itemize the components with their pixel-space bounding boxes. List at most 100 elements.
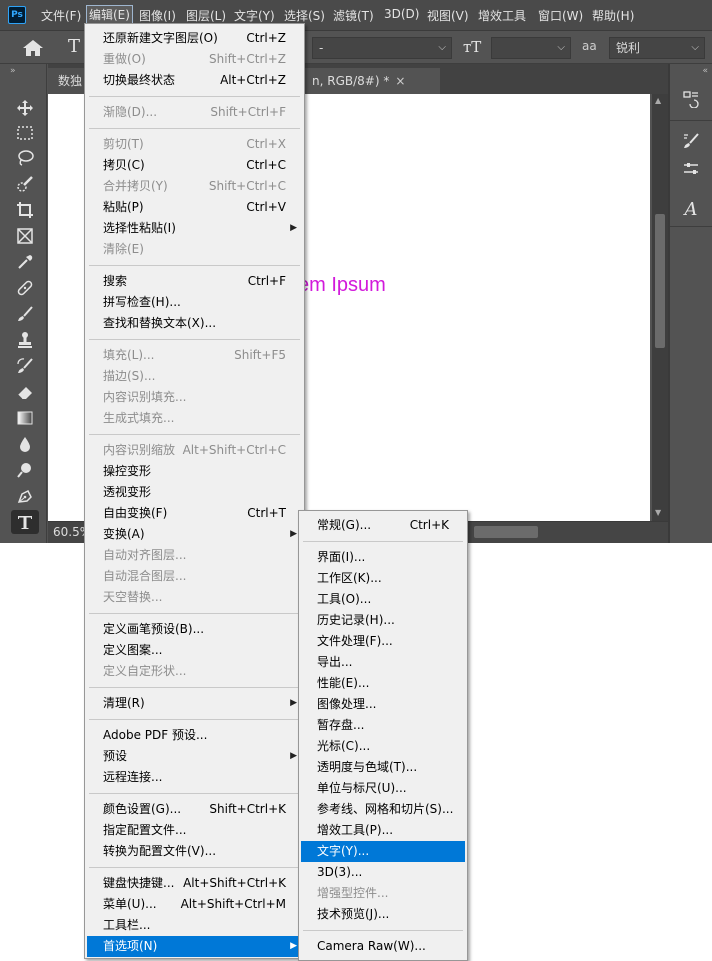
- menu-view[interactable]: 视图(V): [427, 7, 469, 24]
- menu-item-scratch-disks[interactable]: 暂存盘...: [301, 715, 465, 736]
- menu-filter[interactable]: 滤镜(T): [333, 7, 374, 24]
- brush-settings-icon[interactable]: [680, 130, 702, 152]
- scroll-up-icon[interactable]: ▲: [655, 96, 661, 105]
- menu-edit[interactable]: 编辑(E): [86, 5, 133, 25]
- menu-item-guides-grid-slices[interactable]: 参考线、网格和切片(S)...: [301, 799, 465, 820]
- font-size-select[interactable]: ⌵: [491, 37, 571, 59]
- menu-item-puppet-warp[interactable]: 操控变形: [87, 461, 302, 482]
- menu-window[interactable]: 窗口(W): [538, 7, 583, 24]
- adjustments-icon[interactable]: [680, 158, 702, 180]
- menu-item-label: 清除(E): [103, 242, 144, 256]
- collapse-icon[interactable]: «: [702, 66, 708, 76]
- menu-item-adobe-pdf-presets[interactable]: Adobe PDF 预设...: [87, 725, 302, 746]
- menu-item-label: 操控变形: [103, 464, 152, 478]
- menu-item-plugins[interactable]: 增效工具(P)...: [301, 820, 465, 841]
- healing-tool-icon[interactable]: [11, 276, 39, 300]
- document-tab-active[interactable]: n, RGB/8#) * ×: [304, 68, 440, 94]
- move-tool-icon[interactable]: [11, 96, 39, 120]
- menu-item-tools[interactable]: 工具(O)...: [301, 589, 465, 610]
- submenu-arrow-icon: ▶: [290, 698, 297, 708]
- lasso-tool-icon[interactable]: [11, 146, 39, 170]
- scroll-down-icon[interactable]: ▼: [655, 508, 661, 517]
- menu-item-keyboard-shortcuts[interactable]: 键盘快捷键... Alt+Shift+Ctrl+K: [87, 873, 302, 894]
- menu-item-history-log[interactable]: 历史记录(H)...: [301, 610, 465, 631]
- menu-item-units-rulers[interactable]: 单位与标尺(U)...: [301, 778, 465, 799]
- font-style-select[interactable]: - ⌵: [312, 37, 452, 59]
- glyphs-icon[interactable]: A: [680, 198, 702, 220]
- eraser-tool-icon[interactable]: [11, 380, 39, 404]
- menu-item-technology-previews[interactable]: 技术预览(J)...: [301, 904, 465, 925]
- marquee-tool-icon[interactable]: [11, 121, 39, 145]
- menu-item-spell-check[interactable]: 拼写检查(H)...: [87, 292, 302, 313]
- eyedropper-tool-icon[interactable]: [11, 250, 39, 274]
- menu-item-define-brush[interactable]: 定义画笔预设(B)...: [87, 619, 302, 640]
- menu-help[interactable]: 帮助(H): [592, 7, 634, 24]
- gradient-tool-icon[interactable]: [11, 406, 39, 430]
- menu-item-perspective-warp[interactable]: 透视变形: [87, 482, 302, 503]
- history-brush-tool-icon[interactable]: [11, 354, 39, 378]
- menu-item-image-processing[interactable]: 图像处理...: [301, 694, 465, 715]
- antialias-select[interactable]: 锐利 ⌵: [609, 37, 705, 59]
- frame-tool-icon[interactable]: [11, 224, 39, 248]
- chevron-down-icon: ⌵: [691, 42, 699, 53]
- submenu-arrow-icon: ▶: [290, 941, 297, 951]
- menu-item-camera-raw[interactable]: Camera Raw(W)...: [301, 936, 465, 957]
- menu-item-3d[interactable]: 3D(3)...: [301, 862, 465, 883]
- close-icon[interactable]: ×: [395, 74, 405, 88]
- menu-item-define-pattern[interactable]: 定义图案...: [87, 640, 302, 661]
- horizontal-scrollbar-thumb[interactable]: [474, 526, 538, 538]
- menu-item-menus[interactable]: 菜单(U)... Alt+Shift+Ctrl+M: [87, 894, 302, 915]
- menu-item-transform[interactable]: 变换(A) ▶: [87, 524, 302, 545]
- menu-item-general[interactable]: 常规(G)... Ctrl+K: [301, 515, 465, 536]
- blur-tool-icon[interactable]: [11, 432, 39, 456]
- menu-item-performance[interactable]: 性能(E)...: [301, 673, 465, 694]
- menu-item-workspace[interactable]: 工作区(K)...: [301, 568, 465, 589]
- menu-item-copy[interactable]: 拷贝(C) Ctrl+C: [87, 155, 302, 176]
- menu-item-file-handling[interactable]: 文件处理(F)...: [301, 631, 465, 652]
- menu-item-transparency-gamut[interactable]: 透明度与色域(T)...: [301, 757, 465, 778]
- menu-item-convert-profile[interactable]: 转换为配置文件(V)...: [87, 841, 302, 862]
- menu-item-cursors[interactable]: 光标(C)...: [301, 736, 465, 757]
- canvas-text-layer[interactable]: em Ipsum: [298, 274, 386, 297]
- menu-select[interactable]: 选择(S): [284, 7, 325, 24]
- menu-image[interactable]: 图像(I): [139, 7, 176, 24]
- pen-tool-icon[interactable]: [11, 484, 39, 508]
- collapse-icon[interactable]: »: [10, 66, 16, 76]
- menu-item-shortcut: Ctrl+V: [246, 200, 286, 214]
- menu-plugins[interactable]: 增效工具: [478, 7, 526, 24]
- menu-layer[interactable]: 图层(L): [186, 7, 226, 24]
- scrollbar-thumb[interactable]: [655, 214, 665, 348]
- menu-item-assign-profile[interactable]: 指定配置文件...: [87, 820, 302, 841]
- menu-item-free-transform[interactable]: 自由变换(F) Ctrl+T: [87, 503, 302, 524]
- menu-file[interactable]: 文件(F): [41, 7, 81, 24]
- menu-type[interactable]: 文字(Y): [234, 7, 275, 24]
- menu-item-find-replace[interactable]: 查找和替换文本(X)...: [87, 313, 302, 334]
- menu-item-paste-special[interactable]: 选择性粘贴(I) ▶: [87, 218, 302, 239]
- stamp-tool-icon[interactable]: [11, 328, 39, 352]
- menu-item-export[interactable]: 导出...: [301, 652, 465, 673]
- home-icon[interactable]: [22, 39, 44, 57]
- menu-item-color-settings[interactable]: 颜色设置(G)... Shift+Ctrl+K: [87, 799, 302, 820]
- menu-item-paste[interactable]: 粘贴(P) Ctrl+V: [87, 197, 302, 218]
- menu-item-interface[interactable]: 界面(I)...: [301, 547, 465, 568]
- menu-3d[interactable]: 3D(D): [384, 7, 419, 21]
- menu-item-preferences[interactable]: 首选项(N) ▶: [87, 936, 302, 957]
- menu-item-toolbar[interactable]: 工具栏...: [87, 915, 302, 936]
- menu-item-toggle-last-state[interactable]: 切换最终状态 Alt+Ctrl+Z: [87, 70, 302, 91]
- vertical-scrollbar[interactable]: ▲ ▼: [652, 94, 668, 521]
- brush-tool-icon[interactable]: [11, 302, 39, 326]
- menu-item-search[interactable]: 搜索 Ctrl+F: [87, 271, 302, 292]
- menu-item-shortcut: Alt+Ctrl+Z: [220, 73, 286, 87]
- menu-item-type[interactable]: 文字(Y)...: [301, 841, 465, 862]
- menu-item-purge[interactable]: 清理(R) ▶: [87, 693, 302, 714]
- menu-item-remote-connections[interactable]: 远程连接...: [87, 767, 302, 788]
- quick-select-tool-icon[interactable]: [11, 172, 39, 196]
- crop-tool-icon[interactable]: [11, 198, 39, 222]
- menu-separator: [89, 719, 300, 720]
- font-style-value: -: [319, 41, 324, 55]
- history-panel-icon[interactable]: [680, 88, 702, 110]
- menu-item-presets[interactable]: 预设 ▶: [87, 746, 302, 767]
- dodge-tool-icon[interactable]: [11, 458, 39, 482]
- menu-item-undo[interactable]: 还原新建文字图层(O) Ctrl+Z: [87, 28, 302, 49]
- type-tool-icon[interactable]: [11, 510, 39, 534]
